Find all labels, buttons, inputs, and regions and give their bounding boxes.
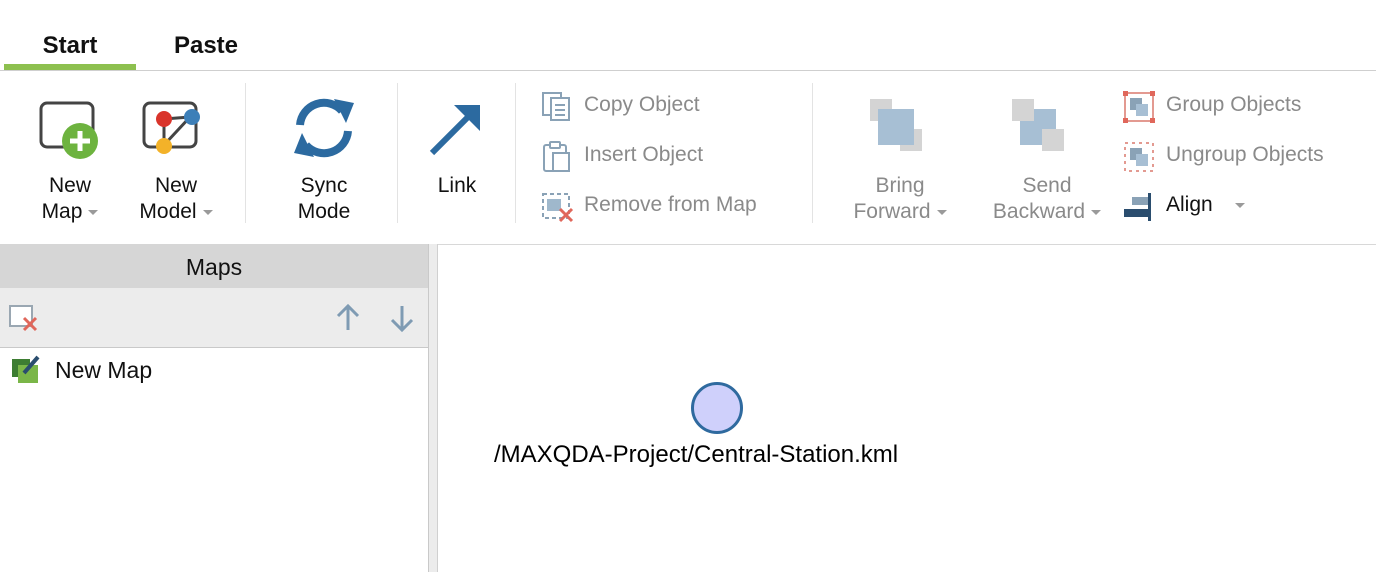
list-item[interactable]: New Map bbox=[10, 353, 410, 387]
bring-forward-label-1: Bring bbox=[875, 174, 925, 197]
new-map-button[interactable]: New Map bbox=[22, 89, 118, 229]
move-up-arrow-icon[interactable] bbox=[334, 302, 362, 334]
copy-object-label: Copy Object bbox=[584, 93, 700, 116]
link-button[interactable]: Link bbox=[412, 89, 502, 229]
list-item-label: New Map bbox=[55, 357, 153, 383]
group-objects-icon bbox=[1123, 91, 1155, 123]
dropdown-caret-icon bbox=[88, 209, 99, 215]
ribbon-toolbar: New Map New Model Sync Mode Link Copy Ob… bbox=[0, 71, 1376, 243]
ribbon-separator bbox=[812, 83, 813, 223]
remove-from-map-label: Remove from Map bbox=[584, 193, 757, 216]
new-map-icon bbox=[39, 101, 98, 159]
map-edit-icon bbox=[12, 355, 40, 383]
sync-mode-label-1: Sync bbox=[300, 174, 348, 197]
map-canvas[interactable]: /MAXQDA-Project/Central-Station.kml bbox=[438, 244, 1376, 572]
group-objects-button[interactable]: Group Objects bbox=[1122, 87, 1362, 123]
new-model-label-2: Model bbox=[124, 199, 228, 225]
bring-forward-button[interactable]: Bring Forward bbox=[838, 89, 962, 229]
copy-object-icon bbox=[542, 92, 570, 121]
group-objects-label: Group Objects bbox=[1166, 93, 1302, 116]
align-icon bbox=[1124, 193, 1151, 221]
bring-forward-label-2: Forward bbox=[838, 199, 962, 225]
remove-from-map-icon bbox=[542, 193, 574, 223]
ribbon-separator bbox=[397, 83, 398, 223]
maps-panel: Maps New Map bbox=[0, 244, 428, 572]
sync-mode-button[interactable]: Sync Mode bbox=[276, 89, 372, 229]
ribbon-tab-bar: Start Paste bbox=[0, 0, 1376, 72]
new-model-button[interactable]: New Model bbox=[124, 89, 228, 229]
insert-object-button[interactable]: Insert Object bbox=[540, 137, 790, 173]
maps-panel-title: Maps bbox=[0, 244, 428, 288]
dropdown-caret-icon bbox=[936, 209, 947, 215]
map-node-label: /MAXQDA-Project/Central-Station.kml bbox=[494, 441, 899, 468]
send-backward-button[interactable]: Send Backward bbox=[978, 89, 1116, 229]
link-label: Link bbox=[437, 174, 477, 197]
maps-panel-toolbar bbox=[0, 288, 428, 348]
maps-list: New Map bbox=[0, 349, 428, 572]
ungroup-objects-label: Ungroup Objects bbox=[1166, 143, 1324, 166]
ungroup-objects-icon bbox=[1124, 142, 1154, 172]
new-model-label-1: New bbox=[154, 174, 197, 197]
ribbon-separator bbox=[515, 83, 516, 223]
dropdown-caret-icon bbox=[202, 209, 213, 215]
bring-forward-icon bbox=[870, 99, 922, 151]
new-map-label-2: Map bbox=[22, 199, 118, 225]
send-backward-icon bbox=[1012, 99, 1064, 151]
send-backward-label-2: Backward bbox=[978, 199, 1116, 225]
remove-from-map-button[interactable]: Remove from Map bbox=[540, 187, 800, 223]
dropdown-caret-icon bbox=[1234, 202, 1245, 208]
tab-paste[interactable]: Paste bbox=[140, 30, 272, 64]
move-down-arrow-icon[interactable] bbox=[388, 302, 416, 334]
align-label: Align bbox=[1166, 187, 1245, 223]
ribbon-separator bbox=[245, 83, 246, 223]
delete-map-icon[interactable] bbox=[8, 302, 40, 334]
copy-object-button[interactable]: Copy Object bbox=[540, 87, 790, 123]
sync-mode-label-2: Mode bbox=[297, 200, 351, 223]
map-node[interactable] bbox=[691, 382, 743, 434]
panel-splitter[interactable] bbox=[428, 244, 438, 572]
clipboard-icon bbox=[543, 141, 570, 172]
link-arrow-icon bbox=[429, 105, 480, 156]
sync-icon bbox=[294, 98, 354, 158]
tab-start[interactable]: Start bbox=[4, 30, 136, 64]
new-map-label-1: New bbox=[48, 174, 91, 197]
align-button[interactable]: Align bbox=[1122, 187, 1262, 223]
insert-object-label: Insert Object bbox=[584, 143, 704, 166]
dropdown-caret-icon bbox=[1091, 209, 1102, 215]
new-model-icon bbox=[142, 101, 200, 154]
send-backward-label-1: Send bbox=[1022, 174, 1072, 197]
ungroup-objects-button[interactable]: Ungroup Objects bbox=[1122, 137, 1372, 173]
